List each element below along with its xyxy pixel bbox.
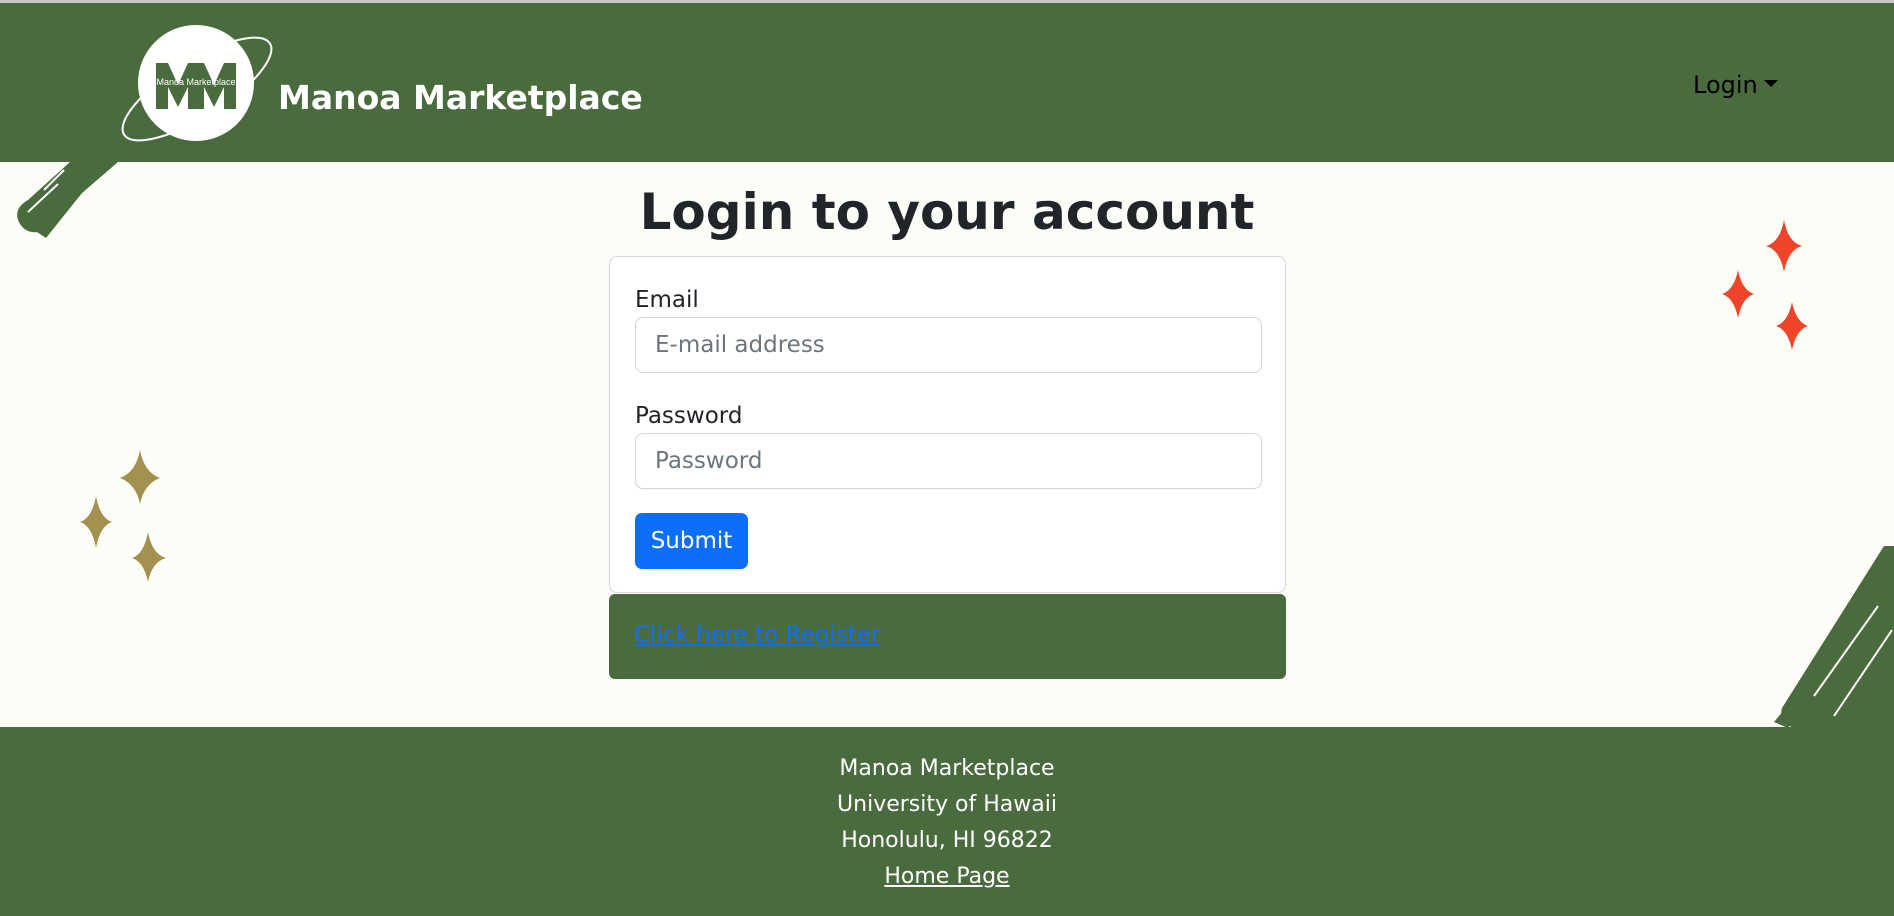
footer: Manoa Marketplace University of Hawaii H… [0,727,1894,916]
submit-button[interactable]: Submit [635,513,748,569]
brand-name[interactable]: Manoa Marketplace [278,78,643,117]
password-field[interactable] [635,433,1262,489]
register-link[interactable]: Click here to Register [634,622,880,648]
login-form-card: Email Password Submit [609,256,1286,593]
page-title: Login to your account [639,183,1255,241]
email-label: Email [635,287,699,313]
login-dropdown-label: Login [1693,71,1758,99]
caret-down-icon [1763,79,1778,87]
brush-stroke-bottom-right [1774,546,1894,728]
logo-icon[interactable]: Manoa Marketplace [110,23,280,148]
sparkle-gold-icon [80,450,166,582]
brand[interactable]: Manoa Marketplace Manoa Marketplace [110,23,643,148]
register-panel: Click here to Register [609,594,1286,679]
footer-address: Honolulu, HI 96822 [841,828,1053,853]
password-label: Password [635,403,743,429]
footer-brand: Manoa Marketplace [839,756,1055,781]
email-field[interactable] [635,317,1262,373]
home-page-link[interactable]: Home Page [884,864,1009,889]
navbar: Manoa Marketplace Manoa Marketplace Logi… [0,3,1894,162]
login-dropdown[interactable]: Login [1693,71,1778,99]
footer-university: University of Hawaii [837,792,1057,817]
page: Manoa Marketplace Manoa Marketplace Logi… [0,0,1894,916]
logo-text: Manoa Marketplace [156,77,235,87]
